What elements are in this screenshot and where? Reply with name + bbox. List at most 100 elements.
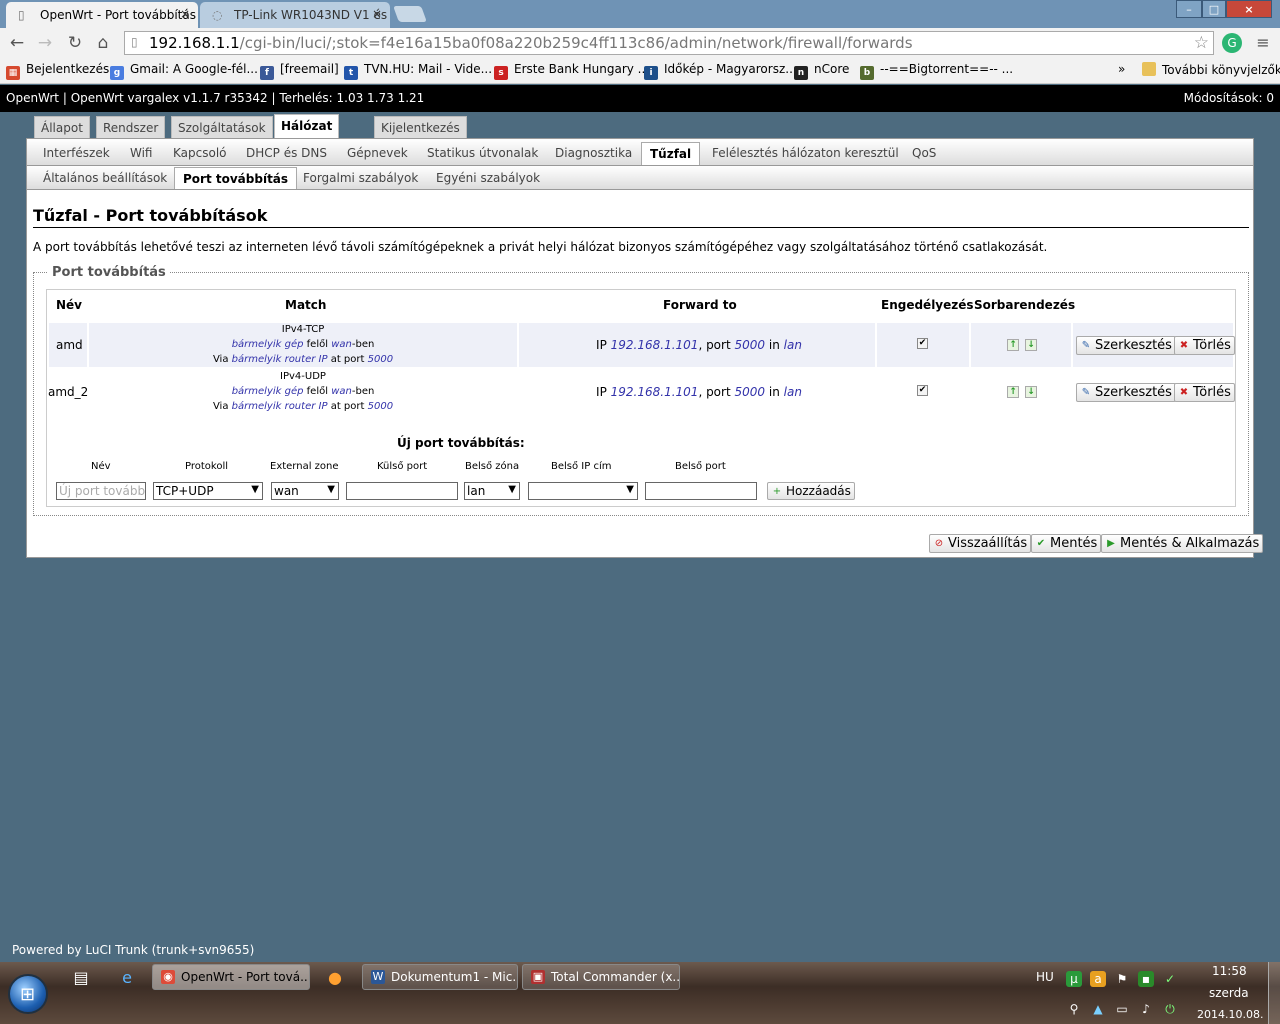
enable-checkbox[interactable]: ✔: [917, 385, 928, 396]
reset-button[interactable]: ⊘ Visszaállítás: [929, 534, 1032, 553]
explorer-folder-icon[interactable]: ▤: [68, 968, 94, 990]
extension-icon[interactable]: G: [1222, 33, 1242, 53]
ncore-icon: n: [794, 66, 808, 80]
delete-button[interactable]: ✖ Törlés: [1174, 336, 1235, 355]
maximize-window-button[interactable]: □: [1202, 0, 1226, 18]
rule-match: IPv4-UDP bármelyik gép felől wan-ben Via…: [212, 371, 394, 412]
bookmark-star-icon[interactable]: ☆: [1194, 33, 1209, 53]
submenu-port-tovabbitas[interactable]: Port továbbítás: [174, 167, 298, 189]
bookmark-erste[interactable]: s Erste Bank Hungary ...: [494, 62, 649, 80]
avast-icon[interactable]: a: [1090, 971, 1106, 987]
taskbar-button-total-commander[interactable]: ▣ Total Commander (x...: [522, 964, 680, 990]
submenu-dhcp-dns[interactable]: DHCP és DNS: [246, 146, 327, 160]
bookmark-ncore[interactable]: n nCore: [794, 62, 849, 80]
bookmark-freemail[interactable]: f [freemail]: [260, 62, 339, 80]
usb-icon[interactable]: ⚲: [1066, 1001, 1082, 1017]
power-icon[interactable]: ⏻: [1162, 1001, 1178, 1017]
browser-tab-tplink[interactable]: ◌ TP-Link WR1043ND V1 és ×: [200, 2, 390, 28]
internal-port-input[interactable]: [645, 482, 757, 500]
tab-rendszer[interactable]: Rendszer: [96, 116, 166, 138]
submenu-altalanos-beallitasok[interactable]: Általános beállítások: [43, 171, 167, 185]
tab-kijelentkezes[interactable]: Kijelentkezés: [374, 116, 467, 138]
clock-day[interactable]: szerda: [1209, 986, 1249, 1000]
tab-szolgaltatasok[interactable]: Szolgáltatások: [171, 116, 273, 138]
start-button[interactable]: ⊞: [8, 974, 48, 1014]
submenu-kapcsolo[interactable]: Kapcsoló: [173, 146, 227, 160]
close-window-button[interactable]: ×: [1226, 0, 1272, 18]
page-icon: ▯: [131, 35, 138, 49]
submenu-wifi[interactable]: Wifi: [130, 146, 153, 160]
add-button[interactable]: + Hozzáadás: [767, 482, 855, 500]
tab-allapot[interactable]: Állapot: [34, 116, 90, 138]
edit-button[interactable]: ✎ Szerkesztés: [1076, 383, 1176, 402]
security-shield-icon[interactable]: ✓: [1162, 971, 1178, 987]
move-up-icon[interactable]: ↑: [1007, 386, 1019, 398]
home-icon[interactable]: ⌂: [92, 32, 114, 54]
submenu-wol[interactable]: Felélesztés hálózaton keresztül: [712, 146, 899, 160]
internet-explorer-icon[interactable]: e: [114, 968, 140, 990]
more-bookmarks-chevron-icon[interactable]: »: [1118, 62, 1125, 76]
bookmark-idokep[interactable]: i Időkép - Magyarorsz...: [644, 62, 797, 80]
bookmarks-bar: ▦ Bejelentkezés g Gmail: A Google-fél... f…: [0, 58, 1280, 84]
pencil-icon: ✎: [1081, 387, 1091, 398]
language-indicator[interactable]: HU: [1036, 970, 1054, 984]
changes-counter[interactable]: Módosítások: 0: [1184, 91, 1274, 105]
media-player-icon[interactable]: ●: [322, 968, 348, 990]
menu-icon[interactable]: ≡: [1252, 32, 1274, 54]
new-forward-title: Új port továbbítás:: [397, 436, 525, 450]
section-legend: Port továbbítás: [48, 265, 170, 280]
close-tab-icon[interactable]: ×: [180, 7, 190, 21]
tab-halozat[interactable]: Hálózat: [274, 114, 340, 138]
save-button[interactable]: ✔ Mentés: [1031, 534, 1102, 553]
submenu-forgalmi-szabalyok[interactable]: Forgalmi szabályok: [303, 171, 418, 185]
edit-button[interactable]: ✎ Szerkesztés: [1076, 336, 1176, 355]
bookmark-bejelentkezes[interactable]: ▦ Bejelentkezés: [6, 62, 109, 80]
external-zone-select[interactable]: wan ▼: [271, 482, 339, 500]
chevron-down-icon: ▼: [508, 484, 516, 495]
taskbar-button-chrome[interactable]: ◉ OpenWrt - Port tová...: [152, 964, 310, 990]
address-bar[interactable]: ▯ 192.168.1.1/cgi-bin/luci/;stok=f4e16a1…: [124, 31, 1214, 55]
bookmark-tvn[interactable]: t TVN.HU: Mail - Vide...: [344, 62, 492, 80]
column-header-nev: Név: [56, 298, 83, 312]
action-center-flag-icon[interactable]: ⚑: [1114, 971, 1130, 987]
internal-zone-select[interactable]: lan ▼: [464, 482, 520, 500]
submenu-diagnosztika[interactable]: Diagnosztika: [555, 146, 632, 160]
submenu-interfeszek[interactable]: Interfészek: [43, 146, 110, 160]
network-icon[interactable]: ▲: [1090, 1001, 1106, 1017]
utorrent-icon[interactable]: µ: [1066, 971, 1082, 987]
display-icon[interactable]: ▭: [1114, 1001, 1130, 1017]
submenu-egyeni-szabalyok[interactable]: Egyéni szabályok: [436, 171, 540, 185]
bookmark-bigtorrent[interactable]: b --==Bigtorrent==-- ...: [860, 62, 1013, 80]
protocol-select[interactable]: TCP+UDP ▼: [153, 482, 263, 500]
minimize-window-button[interactable]: –: [1176, 0, 1202, 18]
delete-button[interactable]: ✖ Törlés: [1174, 383, 1235, 402]
show-desktop-button[interactable]: [1268, 962, 1280, 1024]
new-header-kulso-port: Külső port: [377, 461, 428, 472]
submenu-statikus-utvonalak[interactable]: Statikus útvonalak: [427, 146, 538, 160]
close-tab-icon[interactable]: ×: [372, 7, 382, 21]
move-down-icon[interactable]: ↓: [1025, 386, 1037, 398]
reload-icon[interactable]: ↻: [64, 32, 86, 54]
new-forward-name-input[interactable]: Új port továbbítás: [56, 482, 146, 500]
forward-arrow-icon[interactable]: →: [34, 32, 56, 54]
move-up-icon[interactable]: ↑: [1007, 339, 1019, 351]
volume-icon[interactable]: ♪: [1138, 1001, 1154, 1017]
new-tab-button[interactable]: [393, 6, 427, 22]
external-port-input[interactable]: [346, 482, 458, 500]
save-apply-button[interactable]: ▶ Mentés & Alkalmazás: [1101, 534, 1264, 553]
enable-checkbox[interactable]: ✔: [917, 338, 928, 349]
other-bookmarks-folder[interactable]: További könyvjelzők: [1142, 62, 1280, 77]
freemail-icon: f: [260, 66, 274, 80]
monitor-icon[interactable]: ▪: [1138, 971, 1154, 987]
submenu-qos[interactable]: QoS: [912, 146, 936, 160]
taskbar-button-word[interactable]: W Dokumentum1 - Mic...: [362, 964, 518, 990]
internal-ip-select[interactable]: ▼: [528, 482, 638, 500]
clock-date[interactable]: 2014.10.08.: [1197, 1008, 1263, 1021]
browser-tab-openwrt[interactable]: ▯ OpenWrt - Port továbbítás ×: [6, 2, 198, 28]
submenu-gepnevek[interactable]: Gépnevek: [347, 146, 408, 160]
move-down-icon[interactable]: ↓: [1025, 339, 1037, 351]
clock-time[interactable]: 11:58: [1212, 964, 1247, 978]
submenu-tuzfal[interactable]: Tűzfal: [641, 142, 701, 165]
back-arrow-icon[interactable]: ←: [6, 32, 28, 54]
bookmark-gmail[interactable]: g Gmail: A Google-fél...: [110, 62, 258, 80]
